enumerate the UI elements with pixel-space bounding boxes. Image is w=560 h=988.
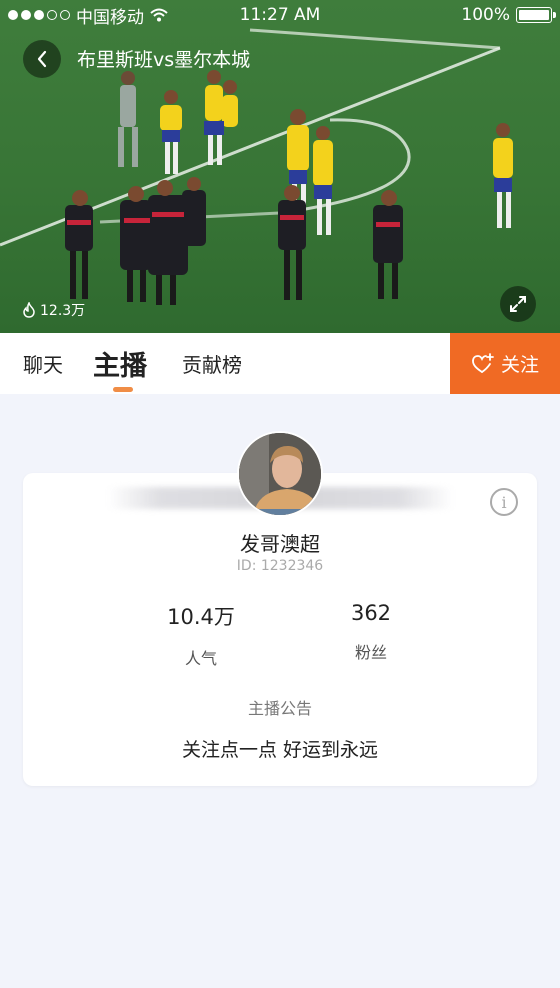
tab-contribution-rank[interactable]: 贡献榜	[182, 333, 242, 394]
video-player[interactable]: 中国移动 11:27 AM 100% 布里斯班vs墨尔本城 12.3万	[0, 0, 560, 333]
stat-fans-label: 粉丝	[354, 643, 387, 662]
active-tab-indicator	[113, 387, 133, 392]
stat-fans-value: 362	[350, 601, 392, 625]
wifi-icon	[150, 8, 168, 22]
tab-chat[interactable]: 聊天	[23, 333, 63, 394]
viewer-count-value: 12.3万	[40, 303, 86, 319]
flame-icon	[23, 302, 35, 318]
expand-icon	[510, 296, 526, 312]
carrier-name: 中国移动	[76, 7, 144, 28]
signal-strength-icon	[8, 10, 70, 20]
streamer-id: ID: 1232346	[236, 558, 324, 574]
fullscreen-button[interactable]	[500, 286, 536, 322]
heart-plus-icon	[472, 352, 494, 373]
battery-icon	[516, 7, 556, 23]
avatar-image	[239, 433, 321, 515]
streamer-info-card: i 发哥澳超 ID: 1232346 10.4万 人气 362 粉丝 主播公告 …	[23, 473, 537, 786]
chevron-left-icon	[37, 50, 47, 68]
follow-button[interactable]: 关注	[450, 333, 560, 394]
follow-button-label: 关注	[500, 354, 539, 376]
stat-popularity-label: 人气	[184, 649, 217, 668]
streamer-name: 发哥澳超	[240, 532, 320, 556]
announcement-label: 主播公告	[247, 699, 312, 718]
video-title: 布里斯班vs墨尔本城	[77, 49, 251, 71]
info-icon[interactable]: i	[490, 488, 518, 516]
battery-percent: 100%	[461, 5, 510, 25]
tab-streamer[interactable]: 主播	[93, 333, 147, 394]
back-button[interactable]	[23, 40, 61, 78]
stat-popularity: 10.4万 人气	[141, 601, 261, 669]
viewer-count: 12.3万	[22, 300, 85, 320]
status-bar: 中国移动 11:27 AM 100%	[0, 0, 560, 30]
announcement-text: 关注点一点 好运到永远	[181, 739, 379, 761]
stat-fans: 362 粉丝	[311, 601, 431, 663]
avatar[interactable]	[237, 431, 323, 517]
stat-popularity-value: 10.4万	[167, 605, 235, 629]
